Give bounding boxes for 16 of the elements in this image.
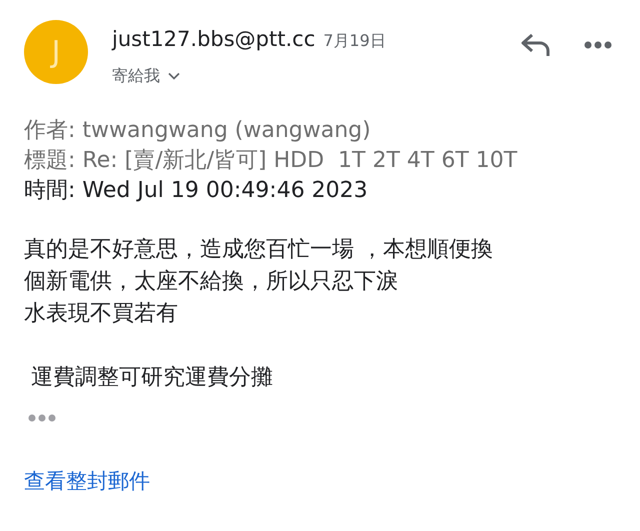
reply-icon xyxy=(520,32,552,58)
message-line: 水表現不買若有 xyxy=(24,300,179,328)
date-text: 7月19日 xyxy=(323,30,386,52)
header-line: 時間: Wed Jul 19 00:49:46 2023 xyxy=(24,176,369,204)
message-line: 個新電供，太座不給換，所以只忍下淚 xyxy=(24,268,399,296)
sender-address: just127.bbs@ptt.cc xyxy=(112,26,316,53)
more-icon xyxy=(584,41,612,49)
recipient-toggle[interactable]: 寄給我 xyxy=(112,64,180,88)
header-line: 作者: twwangwang (wangwang) xyxy=(24,116,372,144)
view-full-message-link[interactable]: 查看整封郵件 xyxy=(24,466,150,497)
message-line: 真的是不好意思，造成您百忙一場 ，本想順便換 xyxy=(24,236,494,264)
avatar: J xyxy=(24,20,88,84)
chevron-down-icon xyxy=(168,72,180,80)
message-line: 運費調整可研究運費分攤 xyxy=(30,364,274,392)
ellipsis-icon xyxy=(28,414,56,422)
header-line: 標題: Re: [賣/新北/皆可] HDD 1T 2T 4T 6T 10T xyxy=(24,146,518,174)
